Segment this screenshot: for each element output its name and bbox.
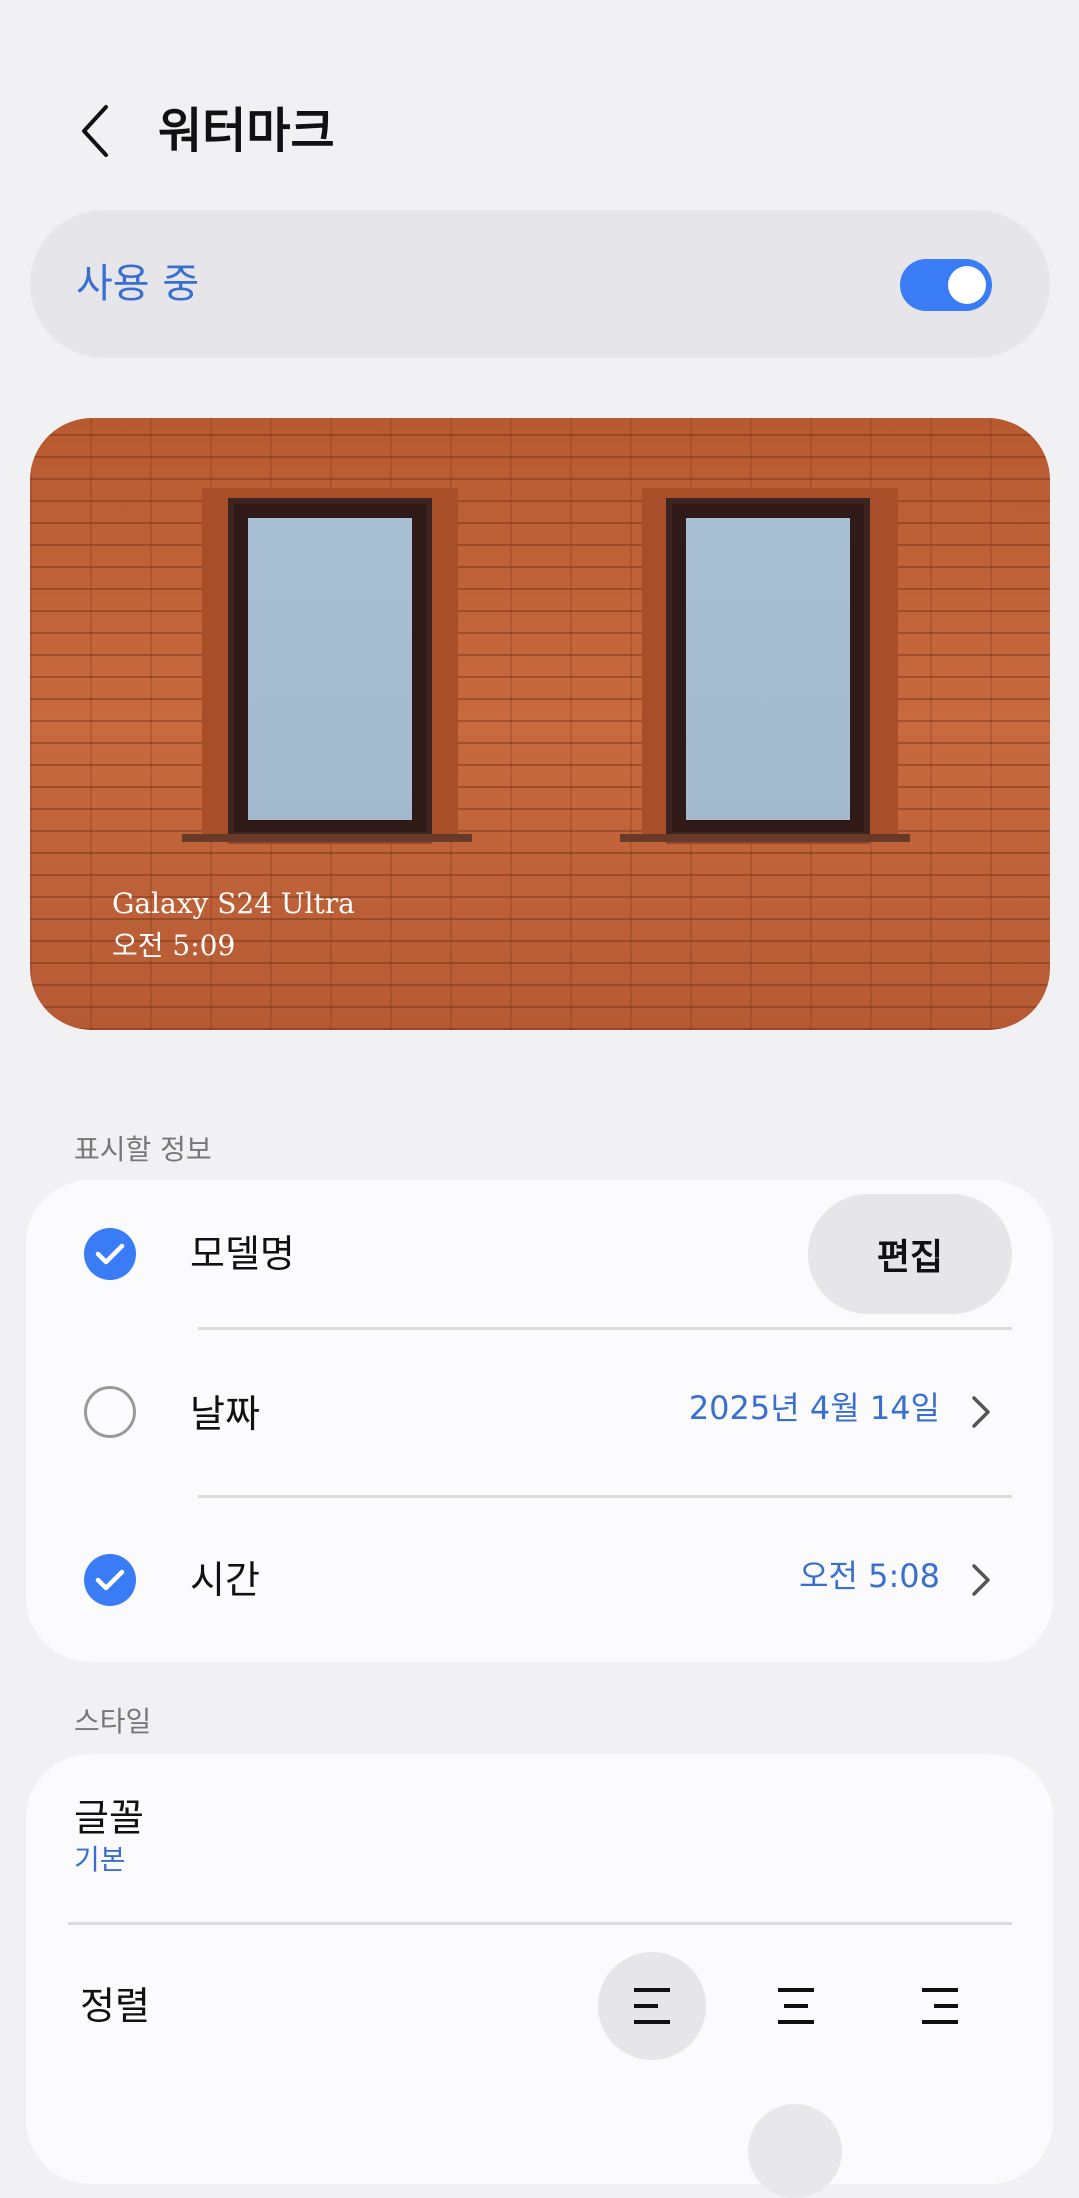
date-label: 날짜 xyxy=(190,1392,260,1436)
align-left-icon xyxy=(634,1988,670,2024)
watermark-model-text: Galaxy S24 Ultra xyxy=(112,887,355,920)
master-toggle-switch[interactable] xyxy=(900,259,992,311)
divider xyxy=(198,1327,1012,1330)
date-chevron-right-icon[interactable] xyxy=(966,1384,996,1440)
align-center-button[interactable] xyxy=(742,1952,850,2060)
master-switch-label: 사용 중 xyxy=(76,261,200,307)
checkmark-icon xyxy=(95,1569,125,1591)
toggle-knob xyxy=(948,266,986,304)
align-left-button[interactable] xyxy=(598,1952,706,2060)
model-label: 모델명 xyxy=(190,1232,295,1276)
window-right-sill xyxy=(620,834,910,842)
time-checkbox[interactable] xyxy=(84,1554,136,1606)
window-left-glass xyxy=(248,518,412,820)
watermark-preview-image: Galaxy S24 Ultra 오전 5:09 xyxy=(30,418,1050,1030)
align-right-icon xyxy=(922,1988,958,2024)
model-checkbox[interactable] xyxy=(84,1228,136,1280)
back-button[interactable] xyxy=(70,96,120,166)
info-section-header: 표시할 정보 xyxy=(74,1133,212,1166)
chevron-left-icon xyxy=(82,105,108,157)
partially-visible-control[interactable] xyxy=(748,2104,842,2198)
divider xyxy=(198,1495,1012,1498)
font-setting-value: 기본 xyxy=(74,1843,126,1876)
window-left-sill xyxy=(182,834,472,842)
divider xyxy=(68,1922,1012,1925)
checkmark-icon xyxy=(95,1243,125,1265)
window-right-glass xyxy=(686,518,850,820)
date-value[interactable]: 2025년 4월 14일 xyxy=(640,1380,940,1436)
edit-model-button[interactable]: 편집 xyxy=(808,1194,1012,1314)
align-center-icon xyxy=(778,1988,814,2024)
font-setting-label[interactable]: 글꼴 xyxy=(74,1790,144,1846)
date-checkbox[interactable] xyxy=(84,1386,136,1438)
time-value[interactable]: 오전 5:08 xyxy=(640,1548,940,1604)
style-section-header: 스타일 xyxy=(74,1705,152,1738)
alignment-label: 정렬 xyxy=(80,1984,150,2028)
time-label: 시간 xyxy=(190,1558,260,1602)
page-title: 워터마크 xyxy=(158,103,335,159)
align-right-button[interactable] xyxy=(886,1952,994,2060)
watermark-time-text: 오전 5:09 xyxy=(112,929,236,962)
time-chevron-right-icon[interactable] xyxy=(966,1552,996,1608)
